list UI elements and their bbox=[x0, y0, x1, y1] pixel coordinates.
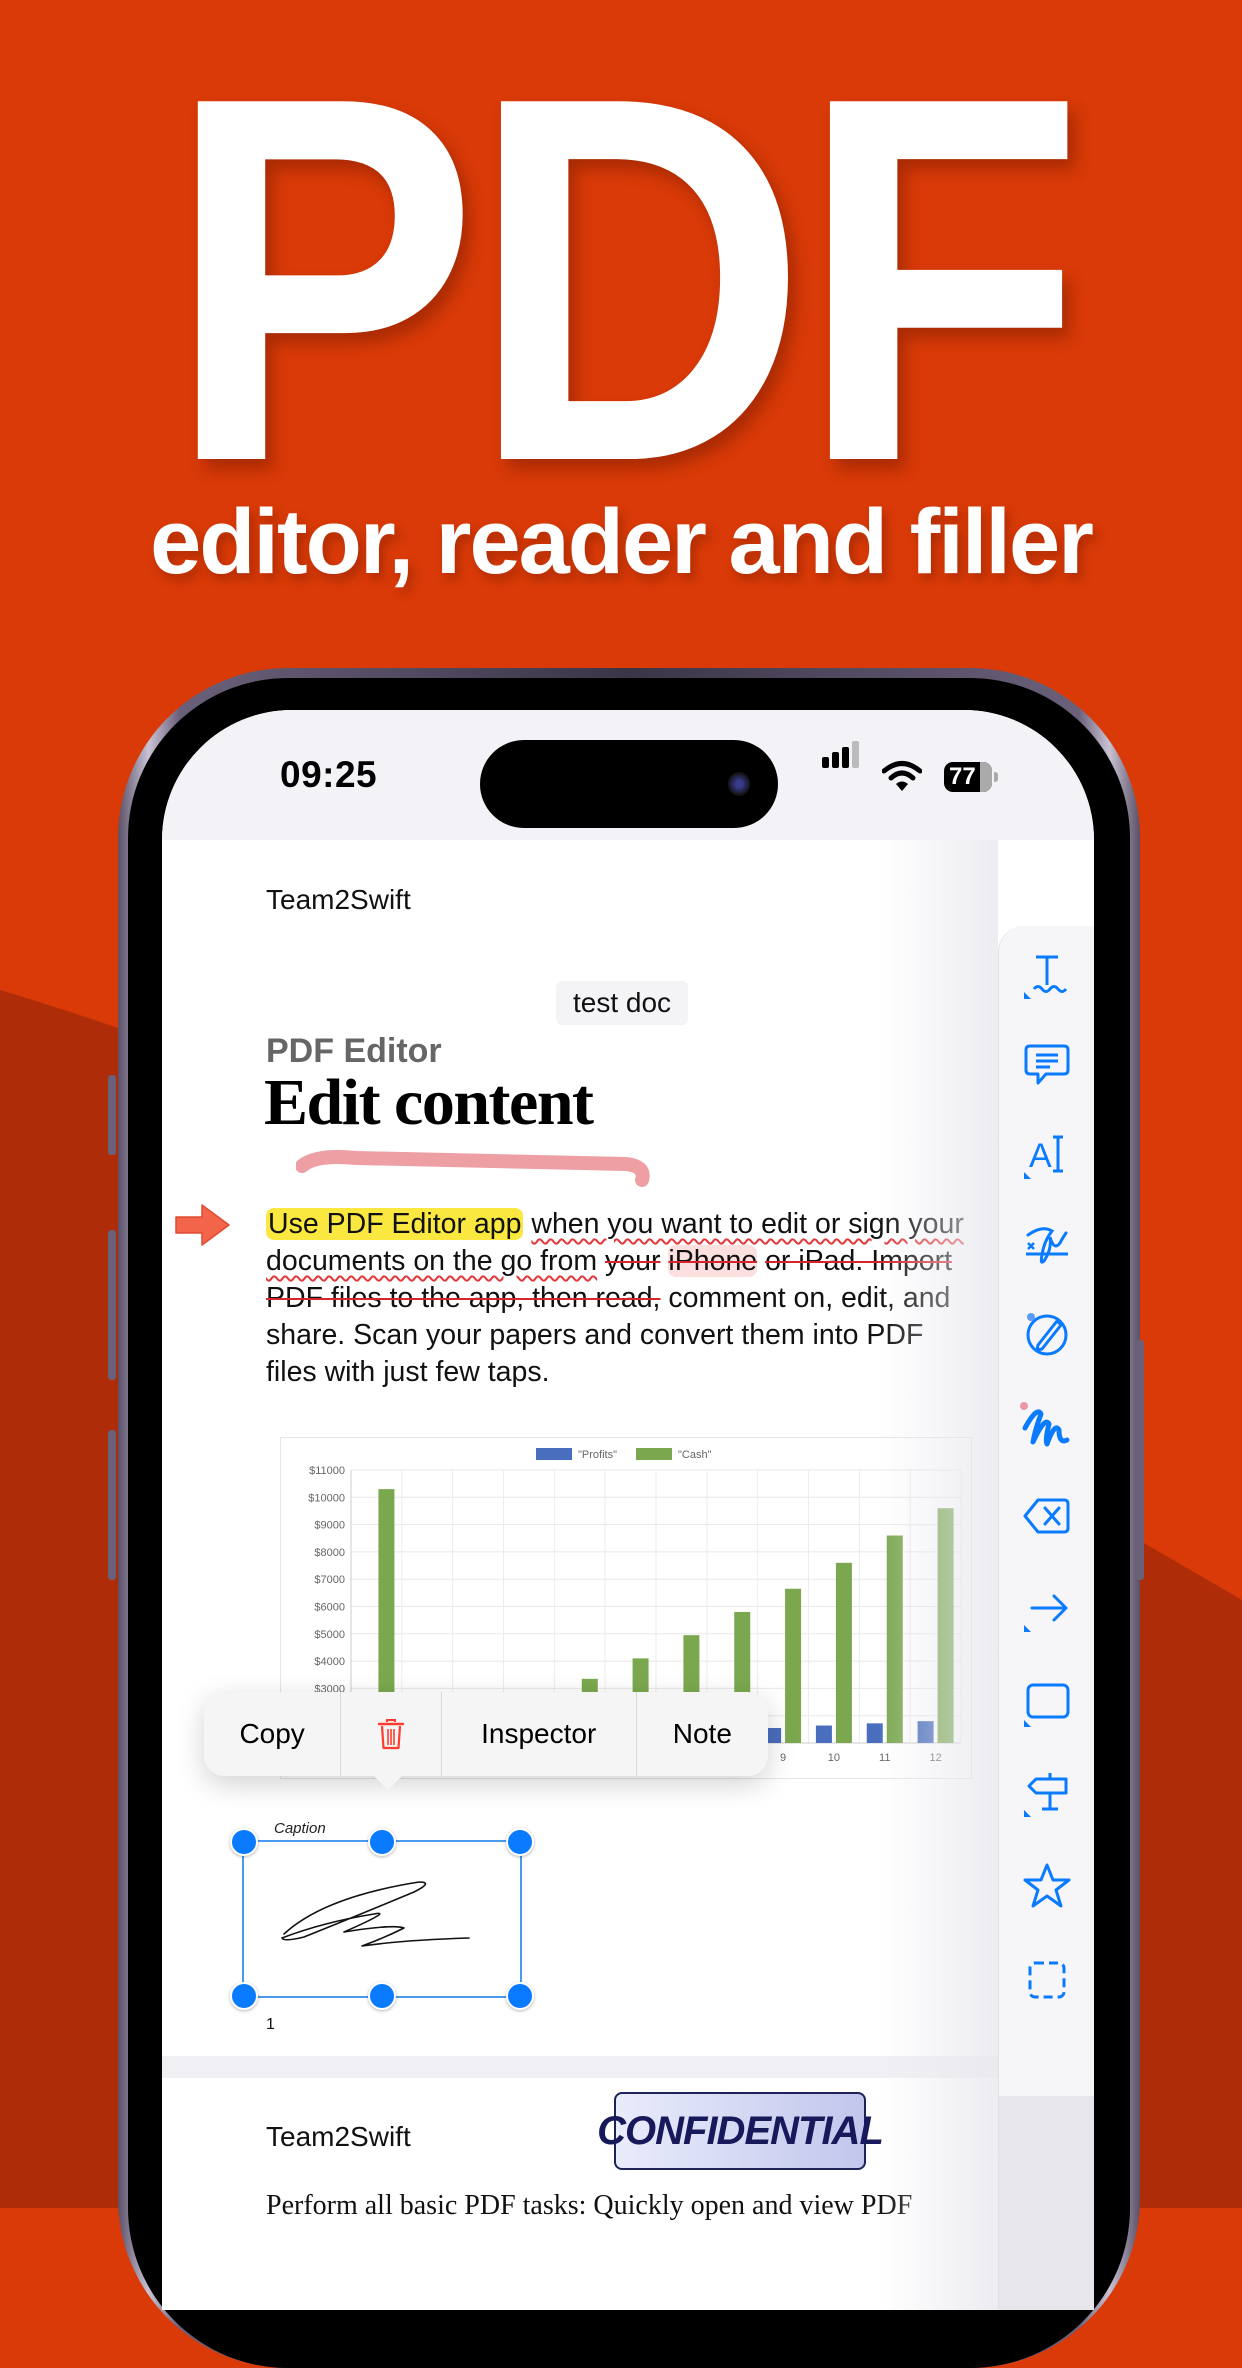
y-tick-label: $11000 bbox=[309, 1465, 345, 1477]
dashed-rectangle-icon bbox=[1028, 1961, 1066, 1999]
y-tick-label: $8000 bbox=[314, 1547, 345, 1559]
text-box-tool[interactable]: A bbox=[1009, 1118, 1085, 1194]
page2-header-company: Team2Swift bbox=[266, 2121, 411, 2152]
signature-selection-box[interactable] bbox=[242, 1840, 522, 1998]
trash-icon bbox=[378, 1719, 404, 1750]
pdf-document[interactable]: Team2Swift test doc PDF Editor Edit cont… bbox=[162, 840, 998, 2310]
ink-underline-annotation[interactable] bbox=[296, 1150, 656, 1200]
star-icon bbox=[1023, 1863, 1071, 1908]
bar-cash-12 bbox=[937, 1508, 954, 1743]
bar-profits-12 bbox=[917, 1721, 934, 1743]
x-tick-label: 10 bbox=[828, 1752, 840, 1764]
camera-icon bbox=[728, 772, 750, 796]
page-separator bbox=[162, 2056, 998, 2078]
delete-button[interactable] bbox=[341, 1692, 442, 1776]
page2-paragraph: Perform all basic PDF tasks: Quickly ope… bbox=[266, 2190, 913, 2221]
eraser-tool[interactable] bbox=[1009, 1478, 1085, 1554]
highlight-annotation[interactable]: Use PDF Editor app bbox=[266, 1208, 524, 1240]
resize-handle-top-right[interactable] bbox=[506, 1828, 534, 1856]
x-tick-label: 11 bbox=[879, 1752, 890, 1764]
text-underline-tool[interactable] bbox=[1009, 938, 1085, 1014]
toolbar-more-area[interactable] bbox=[999, 2096, 1094, 2310]
arrow-annotation-icon[interactable] bbox=[174, 1202, 232, 1248]
inspector-button[interactable]: Inspector bbox=[442, 1692, 637, 1776]
speech-bubble-icon bbox=[1024, 1044, 1070, 1085]
arrow-tool[interactable] bbox=[1009, 1571, 1085, 1647]
annotation-toolbar: A bbox=[998, 926, 1094, 2310]
phone-action-button bbox=[108, 1075, 116, 1155]
x-tick-label: 9 bbox=[780, 1752, 786, 1764]
signature-tool[interactable] bbox=[1009, 1208, 1085, 1284]
bar-cash-11 bbox=[886, 1535, 903, 1743]
phone-power-button bbox=[1136, 1340, 1144, 1580]
text-squiggle-icon bbox=[1024, 955, 1068, 999]
status-bar: 09:25 77 bbox=[162, 710, 1094, 840]
y-tick-label: $4000 bbox=[314, 1656, 345, 1668]
stamp-pen-tool[interactable] bbox=[1009, 1296, 1085, 1372]
text-cursor-icon: A bbox=[1024, 1135, 1063, 1179]
rectangle-tool[interactable] bbox=[1009, 1666, 1085, 1742]
doc-paragraph: Use PDF Editor app when you want to edit… bbox=[266, 1206, 966, 1391]
inspector-label: Inspector bbox=[481, 1718, 597, 1749]
doc-tag[interactable]: test doc bbox=[556, 981, 689, 1025]
comment-tool[interactable] bbox=[1009, 1027, 1085, 1103]
context-menu-caret bbox=[372, 1774, 404, 1790]
status-time: 09:25 bbox=[280, 754, 378, 795]
copy-label: Copy bbox=[239, 1718, 305, 1749]
wifi-icon bbox=[882, 761, 922, 791]
favorites-tool[interactable] bbox=[1009, 1848, 1085, 1924]
selection-tool[interactable] bbox=[1009, 1942, 1085, 2018]
dynamic-island bbox=[480, 740, 778, 828]
legend-swatch bbox=[536, 1448, 572, 1460]
bar-profits-10 bbox=[815, 1725, 832, 1743]
legend-label: "Cash" bbox=[678, 1449, 712, 1461]
note-button[interactable]: Note bbox=[637, 1692, 768, 1776]
battery-tip bbox=[994, 772, 998, 782]
y-tick-label: $10000 bbox=[308, 1492, 345, 1504]
phone-screen: 09:25 77 Team2Swift test doc PDF Editor … bbox=[162, 710, 1094, 2310]
legend-swatch bbox=[636, 1448, 672, 1460]
note-label: Note bbox=[672, 1718, 732, 1749]
signpost-tool[interactable] bbox=[1009, 1756, 1085, 1832]
resize-handle-bottom-center[interactable] bbox=[368, 1982, 396, 2010]
phone-volume-down bbox=[108, 1430, 116, 1580]
bar-cash-10 bbox=[835, 1562, 852, 1743]
signature-drawing bbox=[281, 1881, 470, 1947]
legend-label: "Profits" bbox=[578, 1449, 617, 1461]
y-tick-label: $5000 bbox=[314, 1629, 345, 1641]
resize-handle-top-center[interactable] bbox=[368, 1828, 396, 1856]
x-tick-label: 12 bbox=[929, 1752, 941, 1764]
resize-handle-bottom-right[interactable] bbox=[506, 1982, 534, 2010]
signature-page-number: 1 bbox=[266, 2016, 275, 2033]
signature-icon bbox=[1026, 1227, 1068, 1264]
page-header-company: Team2Swift bbox=[266, 884, 411, 915]
svg-text:A: A bbox=[1029, 1137, 1052, 1175]
y-tick-label: $9000 bbox=[314, 1520, 345, 1532]
battery-level: 77 bbox=[949, 763, 976, 790]
delete-backward-icon bbox=[1023, 1498, 1070, 1534]
signature-caption[interactable]: Caption bbox=[274, 1820, 326, 1837]
arrow-right-icon bbox=[1024, 1594, 1068, 1632]
copy-button[interactable]: Copy bbox=[204, 1692, 342, 1776]
doc-title: Edit content bbox=[264, 1066, 594, 1139]
phone-volume-up bbox=[108, 1230, 116, 1380]
bar-profits-11 bbox=[866, 1723, 883, 1743]
strikeout-annotation-a[interactable]: your bbox=[605, 1245, 660, 1277]
hero-title: PDF bbox=[166, 0, 1085, 570]
resize-handle-bottom-left[interactable] bbox=[230, 1982, 258, 2010]
rectangle-icon bbox=[1024, 1683, 1070, 1727]
battery-icon: 77 bbox=[944, 762, 992, 792]
confidential-stamp[interactable]: CONFIDENTIAL bbox=[597, 2092, 884, 2170]
strikeout-highlight-annotation[interactable]: iPhone bbox=[668, 1245, 758, 1277]
y-tick-label: $7000 bbox=[314, 1574, 345, 1586]
resize-handle-top-left[interactable] bbox=[230, 1828, 258, 1856]
context-menu: Copy Inspector Note bbox=[204, 1692, 768, 1776]
y-tick-label: $6000 bbox=[314, 1602, 345, 1614]
hero-subtitle: editor, reader and filler bbox=[150, 491, 1094, 593]
scribble-icon bbox=[1020, 1402, 1070, 1447]
freehand-tool[interactable] bbox=[1009, 1387, 1085, 1463]
signpost-icon bbox=[1024, 1773, 1068, 1817]
pencil-circle-icon bbox=[1026, 1313, 1068, 1356]
bar-cash-9 bbox=[785, 1588, 802, 1743]
